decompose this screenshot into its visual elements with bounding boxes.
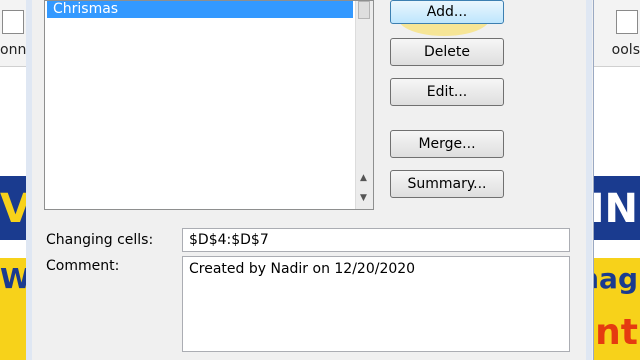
ribbon-label-left: onn [0,42,27,58]
changing-cells-label: Changing cells: [46,232,154,248]
summary-button[interactable]: Summary... [390,170,504,198]
scrollbar-thumb[interactable] [358,1,370,19]
scroll-up-arrow-icon[interactable]: ▲ [360,173,367,183]
merge-button[interactable]: Merge... [390,130,504,158]
delete-button[interactable]: Delete [390,38,504,66]
edit-button[interactable]: Edit... [390,78,504,106]
ribbon-label-right: ools [611,42,640,58]
dialog-frame-right [586,0,592,360]
changing-cells-field[interactable]: $D$4:$D$7 [182,228,570,252]
ribbon-icon-left[interactable] [2,10,24,34]
list-scrollbar[interactable]: ▲ ▼ [355,1,373,209]
scenario-list-item[interactable]: Chrismas [47,1,353,18]
scroll-down-arrow-icon[interactable]: ▼ [360,193,367,203]
dialog-frame-left [26,0,32,360]
ribbon-icon-right[interactable] [616,10,638,34]
banner-text-right-bottom: nt [595,312,638,353]
add-button[interactable]: Add... [390,0,504,24]
comment-label: Comment: [46,258,120,274]
scenarios-list[interactable]: Chrismas ▲ ▼ [44,0,374,210]
comment-field[interactable]: Created by Nadir on 12/20/2020 [182,256,570,352]
